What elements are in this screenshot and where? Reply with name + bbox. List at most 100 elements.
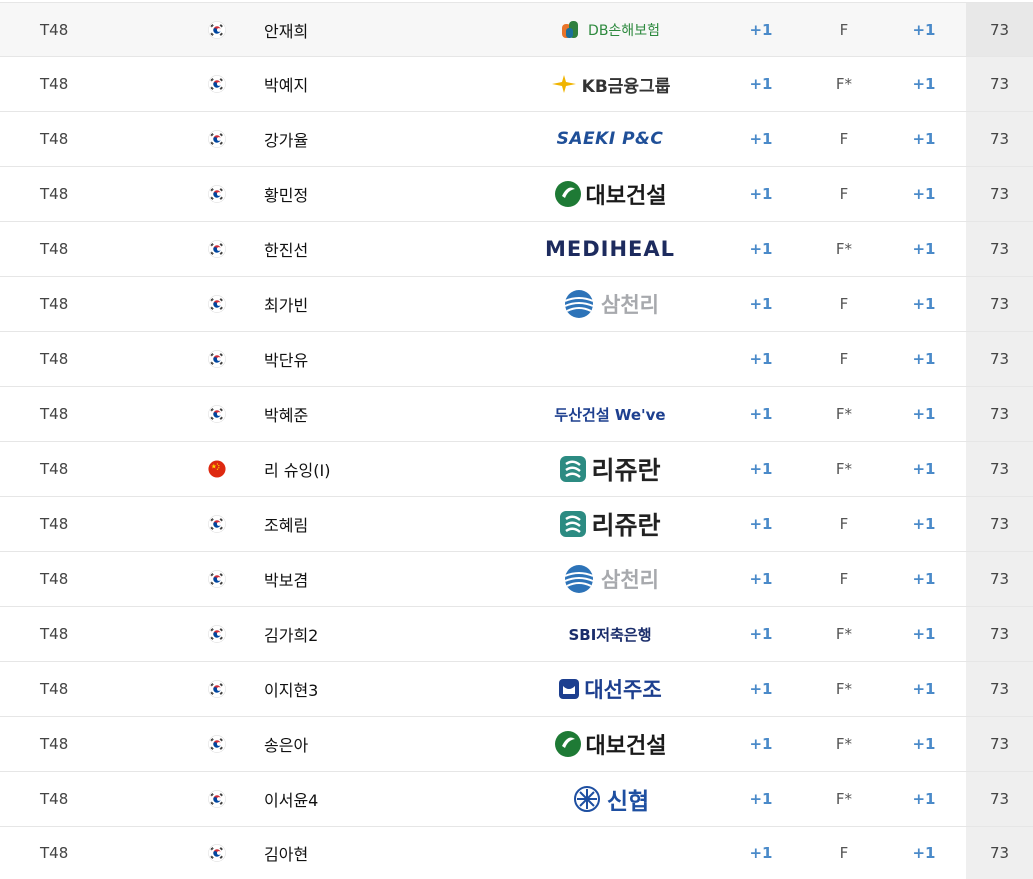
sponsor-name: 신협 [606,789,650,815]
player-name[interactable]: 강가율 [264,112,524,166]
today-score: +1 [749,240,773,258]
player-name[interactable]: 안재희 [264,3,524,56]
daebo-logo-icon [554,181,581,207]
korea-flag-icon [208,680,226,698]
table-row-6[interactable]: T48 최가빈 삼천리 +1 F +1 73 [0,277,1033,332]
player-name[interactable]: 최가빈 [264,277,524,331]
today-score: +1 [749,570,773,588]
korea-flag-icon [208,350,226,368]
player-name[interactable]: 황민정 [264,167,524,221]
today-score: +1 [749,680,773,698]
total-score: +1 [912,240,936,258]
daebo-logo-icon [554,731,581,757]
korea-flag-icon [208,790,226,808]
table-row-15[interactable]: T48 이서윤4 신협 +1 F* +1 73 [0,772,1033,827]
total-score: +1 [912,130,936,148]
player-name[interactable]: 리 슈잉(I) [264,442,524,496]
sponsor-logo: 대보건설 [530,717,690,771]
total-score: +1 [912,185,936,203]
korea-flag-icon [208,735,226,753]
sponsor-name: 삼천리 [601,293,659,317]
total-score: +1 [912,735,936,753]
total-score: +1 [912,295,936,313]
sponsor-name: MEDIHEAL [544,237,676,261]
today-score: +1 [749,130,773,148]
table-row-11[interactable]: T48 박보겸 삼천리 +1 F +1 73 [0,552,1033,607]
rank-cell: T48 [40,185,69,203]
rejuran-logo-icon [560,456,587,482]
flag-cell [206,387,228,441]
player-name[interactable]: 송은아 [264,717,524,771]
round-score: 73 [966,662,1033,716]
sponsor-logo: DB손해보험 [530,3,690,56]
table-row-13[interactable]: T48 이지현3 대선주조 +1 F* +1 73 [0,662,1033,717]
player-name[interactable]: 이서윤4 [264,772,524,826]
thru-status: F* [835,790,853,808]
thru-status: F [839,515,849,533]
table-row-5[interactable]: T48 한진선 MEDIHEAL +1 F* +1 73 [0,222,1033,277]
sponsor-logo-mark: 대보건설 [554,728,666,760]
samchully-globe-icon [564,565,594,593]
sponsor-logo-mark: SBI저축은행 [568,624,651,645]
table-row-8[interactable]: T48 박혜준 두산건설 We've +1 F* +1 73 [0,387,1033,442]
table-row-3[interactable]: T48 강가율 SAEKI P&C +1 F +1 73 [0,112,1033,167]
thru-status: F [839,130,849,148]
table-row-2[interactable]: T48 박예지 KB금융그룹 +1 F* +1 73 [0,57,1033,112]
sponsor-logo: 신협 [530,772,690,826]
player-name[interactable]: 박단유 [264,332,524,386]
rank-cell: T48 [40,680,69,698]
table-row-16[interactable]: T48 김아현 +1 F +1 73 [0,827,1033,879]
china-flag-icon [208,460,226,478]
table-row-10[interactable]: T48 조혜림 리쥬란 +1 F +1 73 [0,497,1033,552]
rank-cell: T48 [40,790,69,808]
samchully-globe-icon [564,290,594,318]
thru-status: F* [835,460,853,478]
sponsor-logo: 삼천리 [530,277,690,331]
rejuran-logo-icon [560,511,587,537]
player-name[interactable]: 이지현3 [264,662,524,716]
player-name[interactable]: 한진선 [264,222,524,276]
sponsor-logo: 대선주조 [530,662,690,716]
korea-flag-icon [208,20,226,39]
player-name[interactable]: 김가희2 [264,607,524,661]
table-row-9[interactable]: T48 리 슈잉(I) 리쥬란 +1 F* +1 73 [0,442,1033,497]
korea-flag-icon [208,240,226,258]
sponsor-logo-mark: DB손해보험 [560,18,660,42]
player-name[interactable]: 조혜림 [264,497,524,551]
round-score: 73 [966,387,1033,441]
sponsor-name: DB손해보험 [588,22,660,39]
flag-cell [206,3,228,56]
total-score: +1 [912,625,936,643]
rank-cell: T48 [40,515,69,533]
thru-status: F [839,844,849,862]
table-row-7[interactable]: T48 박단유 +1 F +1 73 [0,332,1033,387]
total-score: +1 [912,350,936,368]
sponsor-logo-mark: 두산건설 We've [554,404,665,425]
table-row-1[interactable]: T48 안재희 DB손해보험 +1 F +1 73 [0,2,1033,57]
sponsor-logo: 리쥬란 [530,442,690,496]
thru-status: F* [835,680,853,698]
sponsor-logo-mark: 리쥬란 [559,506,661,542]
table-row-14[interactable]: T48 송은아 대보건설 +1 F* +1 73 [0,717,1033,772]
round-score: 73 [966,442,1033,496]
round-score: 73 [966,552,1033,606]
table-row-4[interactable]: T48 황민정 대보건설 +1 F +1 73 [0,167,1033,222]
player-name[interactable]: 박혜준 [264,387,524,441]
flag-cell [206,332,228,386]
flag-cell [206,112,228,166]
player-name[interactable]: 박예지 [264,57,524,111]
thru-status: F [839,570,849,588]
flag-cell [206,772,228,826]
player-name[interactable]: 박보겸 [264,552,524,606]
sponsor-name: KB금융그룹 [581,76,671,97]
today-score: +1 [749,350,773,368]
thru-status: F* [835,75,853,93]
round-score: 73 [966,497,1033,551]
db-logo-icon [562,20,579,38]
today-score: +1 [749,20,773,39]
round-score: 73 [966,717,1033,771]
round-score: 73 [966,57,1033,111]
table-row-12[interactable]: T48 김가희2 SBI저축은행 +1 F* +1 73 [0,607,1033,662]
player-name[interactable]: 김아현 [264,827,524,879]
thru-status: F [839,350,849,368]
